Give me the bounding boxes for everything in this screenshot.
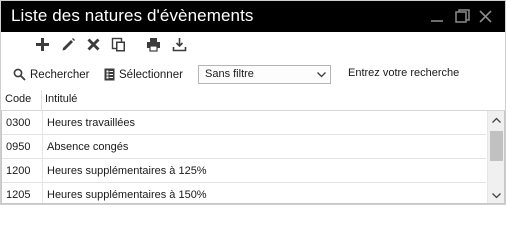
- export-icon: [172, 38, 187, 52]
- table-row[interactable]: 0950 Absence congés: [2, 135, 486, 159]
- maximize-icon[interactable]: [455, 9, 470, 24]
- scroll-thumb[interactable]: [490, 131, 503, 161]
- row-label: Heures supplémentaires à 125%: [47, 165, 207, 177]
- scroll-up-icon[interactable]: [488, 111, 504, 128]
- events-nature-window: Liste des natures d'évènements Recherche…: [0, 0, 506, 205]
- close-icon[interactable]: [478, 9, 493, 24]
- row-label: Heures supplémentaires à 150%: [47, 189, 207, 201]
- row-code: 0300: [6, 117, 31, 129]
- search-icon: [13, 68, 26, 81]
- search-hint-text[interactable]: Entrez votre recherche: [348, 67, 459, 79]
- pencil-icon: [62, 38, 75, 51]
- export-button[interactable]: [171, 36, 188, 53]
- filter-select-value: Sans filtre: [205, 68, 254, 80]
- toolbar: [1, 32, 505, 58]
- print-icon: [147, 38, 160, 52]
- duplicate-button[interactable]: [110, 36, 127, 53]
- row-code: 1200: [6, 165, 31, 177]
- table-row[interactable]: 1205 Heures supplémentaires à 150%: [2, 183, 486, 203]
- cell-divider: [42, 183, 43, 203]
- title-bar[interactable]: Liste des natures d'évènements: [1, 1, 505, 32]
- column-header-label[interactable]: Intitulé: [45, 93, 77, 105]
- row-code: 1205: [6, 189, 31, 201]
- selection-list-icon: [104, 68, 115, 81]
- table-row[interactable]: 1200 Heures supplémentaires à 125%: [2, 159, 486, 183]
- row-label: Heures travaillées: [47, 117, 136, 129]
- cell-divider: [42, 111, 43, 135]
- cell-divider: [42, 135, 43, 159]
- row-code: 0950: [6, 141, 31, 153]
- plus-icon: [36, 38, 49, 51]
- vertical-scrollbar[interactable]: [487, 111, 504, 203]
- scroll-down-icon[interactable]: [488, 187, 504, 203]
- add-button[interactable]: [34, 36, 51, 53]
- filter-select[interactable]: Sans filtre: [198, 65, 331, 84]
- edit-button[interactable]: [60, 36, 77, 53]
- select-button-label: Sélectionner: [119, 68, 183, 81]
- chevron-down-icon: [316, 69, 327, 86]
- cell-divider: [42, 159, 43, 183]
- search-button[interactable]: Rechercher: [13, 66, 89, 83]
- copy-icon: [111, 37, 125, 52]
- grid-header: Code Intitulé: [1, 90, 505, 111]
- column-header-code[interactable]: Code: [5, 93, 31, 105]
- delete-x-icon: [87, 38, 100, 51]
- column-divider: [41, 90, 42, 111]
- minimize-icon[interactable]: [430, 9, 445, 24]
- select-button[interactable]: Sélectionner: [104, 66, 183, 83]
- search-button-label: Rechercher: [30, 68, 90, 81]
- table-row[interactable]: 0300 Heures travaillées: [2, 111, 486, 135]
- print-button[interactable]: [145, 36, 162, 53]
- row-label: Absence congés: [47, 141, 129, 153]
- grid-body: 0300 Heures travaillées 0950 Absence con…: [1, 111, 505, 204]
- filter-bar: Rechercher Sélectionner Sans filtre Entr…: [1, 58, 505, 90]
- delete-button[interactable]: [85, 36, 102, 53]
- window-title: Liste des natures d'évènements: [11, 6, 254, 25]
